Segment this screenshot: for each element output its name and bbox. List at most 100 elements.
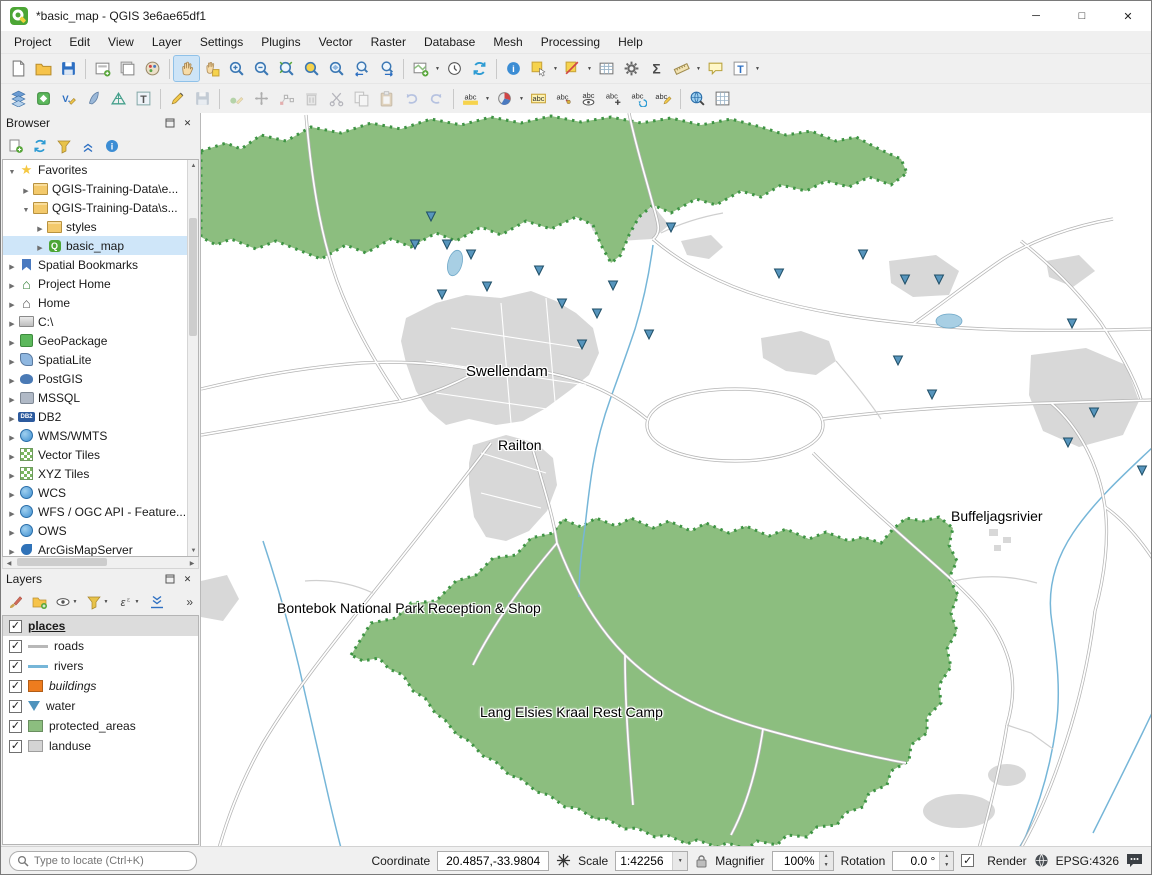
pin-unpin-labels-button[interactable]: abc <box>551 86 576 111</box>
menu-plugins[interactable]: Plugins <box>252 32 309 52</box>
new-mesh-layer-button[interactable] <box>106 86 131 111</box>
epsg-label[interactable]: EPSG:4326 <box>1056 854 1119 868</box>
text-annotation-button[interactable]: T <box>728 56 753 81</box>
browser-item-c-drive[interactable]: C:\ <box>3 312 198 331</box>
rotation-spinbox[interactable] <box>892 851 954 871</box>
zoom-to-layer-button[interactable] <box>324 56 349 81</box>
new-print-layout-button[interactable] <box>90 56 115 81</box>
new-spatialite-layer-button[interactable] <box>81 86 106 111</box>
zoom-last-button[interactable] <box>349 56 374 81</box>
menu-layer[interactable]: Layer <box>143 32 191 52</box>
add-group-button[interactable] <box>28 591 51 613</box>
spin-up-icon[interactable] <box>940 852 953 861</box>
expander-icon[interactable] <box>6 429 18 443</box>
metasearch-button[interactable] <box>685 86 710 111</box>
browser-item-favorites[interactable]: Favorites <box>3 160 198 179</box>
expander-icon[interactable] <box>6 334 18 348</box>
menu-settings[interactable]: Settings <box>191 32 252 52</box>
processing-toolbox-button[interactable] <box>619 56 644 81</box>
layer-row-landuse[interactable]: landuse <box>3 736 198 756</box>
layer-row-buildings[interactable]: buildings <box>3 676 198 696</box>
float-panel-button[interactable] <box>162 116 177 131</box>
map-tips-button[interactable] <box>703 56 728 81</box>
spin-down-icon[interactable] <box>940 861 953 870</box>
browser-item-ows[interactable]: OWS <box>3 521 198 540</box>
expander-icon[interactable] <box>6 467 18 481</box>
add-feature-button[interactable] <box>224 86 249 111</box>
browser-item-vector-tiles[interactable]: Vector Tiles <box>3 445 198 464</box>
layer-row-water[interactable]: water <box>3 696 198 716</box>
layer-checkbox[interactable] <box>9 700 22 713</box>
new-map-view-button[interactable] <box>408 56 433 81</box>
highlight-pinned-labels-button[interactable]: abc <box>526 86 551 111</box>
save-project-button[interactable] <box>56 56 81 81</box>
menu-database[interactable]: Database <box>415 32 484 52</box>
open-attribute-table-button[interactable] <box>594 56 619 81</box>
chevron-down-icon[interactable] <box>753 66 762 72</box>
locate-box[interactable] <box>9 851 197 871</box>
browser-item-spatialite[interactable]: SpatiaLite <box>3 350 198 369</box>
chevron-down-icon[interactable] <box>433 66 442 72</box>
manage-map-themes-button[interactable] <box>52 591 82 613</box>
browser-item-wms[interactable]: WMS/WMTS <box>3 426 198 445</box>
toolbar-overflow-button[interactable]: » <box>186 595 197 609</box>
new-project-button[interactable] <box>6 56 31 81</box>
layer-checkbox[interactable] <box>9 720 22 733</box>
layer-row-protected-areas[interactable]: protected_areas <box>3 716 198 736</box>
expander-icon[interactable] <box>6 315 18 329</box>
filter-legend-button[interactable] <box>83 591 113 613</box>
browser-item-training-data-s[interactable]: QGIS-Training-Data\s... <box>3 198 198 217</box>
browser-horizontal-scrollbar[interactable]: ◀▶ <box>2 557 199 569</box>
close-panel-button[interactable]: ✕ <box>180 572 195 587</box>
paste-features-button[interactable] <box>374 86 399 111</box>
expander-icon[interactable] <box>6 486 18 500</box>
open-layer-styling-button[interactable] <box>4 591 27 613</box>
menu-mesh[interactable]: Mesh <box>484 32 531 52</box>
crs-icon[interactable] <box>1034 853 1049 868</box>
expand-all-button[interactable] <box>145 591 168 613</box>
menu-view[interactable]: View <box>99 32 143 52</box>
layer-row-rivers[interactable]: rivers <box>3 656 198 676</box>
menu-help[interactable]: Help <box>609 32 652 52</box>
show-layout-manager-button[interactable] <box>115 56 140 81</box>
scale-combobox[interactable] <box>615 851 688 871</box>
pan-to-selection-button[interactable] <box>199 56 224 81</box>
layer-labeling-options-button[interactable]: abc <box>458 86 483 111</box>
browser-item-db2[interactable]: DB2DB2 <box>3 407 198 426</box>
chevron-down-icon[interactable] <box>585 66 594 72</box>
render-checkbox[interactable] <box>961 854 974 867</box>
copy-features-button[interactable] <box>349 86 374 111</box>
new-shapefile-layer-button[interactable]: V. <box>56 86 81 111</box>
refresh-browser-button[interactable] <box>28 135 51 157</box>
new-virtual-layer-button[interactable]: T <box>131 86 156 111</box>
zoom-out-button[interactable] <box>249 56 274 81</box>
undo-button[interactable] <box>399 86 424 111</box>
float-panel-button[interactable] <box>162 572 177 587</box>
measure-button[interactable] <box>669 56 694 81</box>
collapse-all-button[interactable] <box>76 135 99 157</box>
locate-input[interactable] <box>34 855 189 867</box>
browser-item-wcs[interactable]: WCS <box>3 483 198 502</box>
menu-raster[interactable]: Raster <box>362 32 415 52</box>
map-canvas[interactable]: Swellendam Railton Buffeljagsrivier Bont… <box>201 113 1151 846</box>
layer-checkbox[interactable] <box>9 640 22 653</box>
open-data-source-manager-button[interactable] <box>6 86 31 111</box>
maximize-button[interactable]: □ <box>1059 1 1105 31</box>
expander-icon[interactable] <box>6 277 18 291</box>
browser-item-wfs[interactable]: WFS / OGC API - Feature... <box>3 502 198 521</box>
minimize-button[interactable]: ─ <box>1013 1 1059 31</box>
temporal-controller-button[interactable] <box>442 56 467 81</box>
properties-widget-button[interactable]: i <box>100 135 123 157</box>
chevron-down-icon[interactable] <box>133 599 142 605</box>
close-panel-button[interactable]: ✕ <box>180 116 195 131</box>
browser-item-mssql[interactable]: MSSQL <box>3 388 198 407</box>
menu-processing[interactable]: Processing <box>532 32 609 52</box>
layer-checkbox[interactable] <box>9 620 22 633</box>
toggle-editing-button[interactable] <box>165 86 190 111</box>
processing-history-button[interactable] <box>710 86 735 111</box>
layer-checkbox[interactable] <box>9 680 22 693</box>
messages-icon[interactable] <box>1126 853 1143 868</box>
spin-up-icon[interactable] <box>820 852 833 861</box>
layer-row-roads[interactable]: roads <box>3 636 198 656</box>
layer-checkbox[interactable] <box>9 740 22 753</box>
